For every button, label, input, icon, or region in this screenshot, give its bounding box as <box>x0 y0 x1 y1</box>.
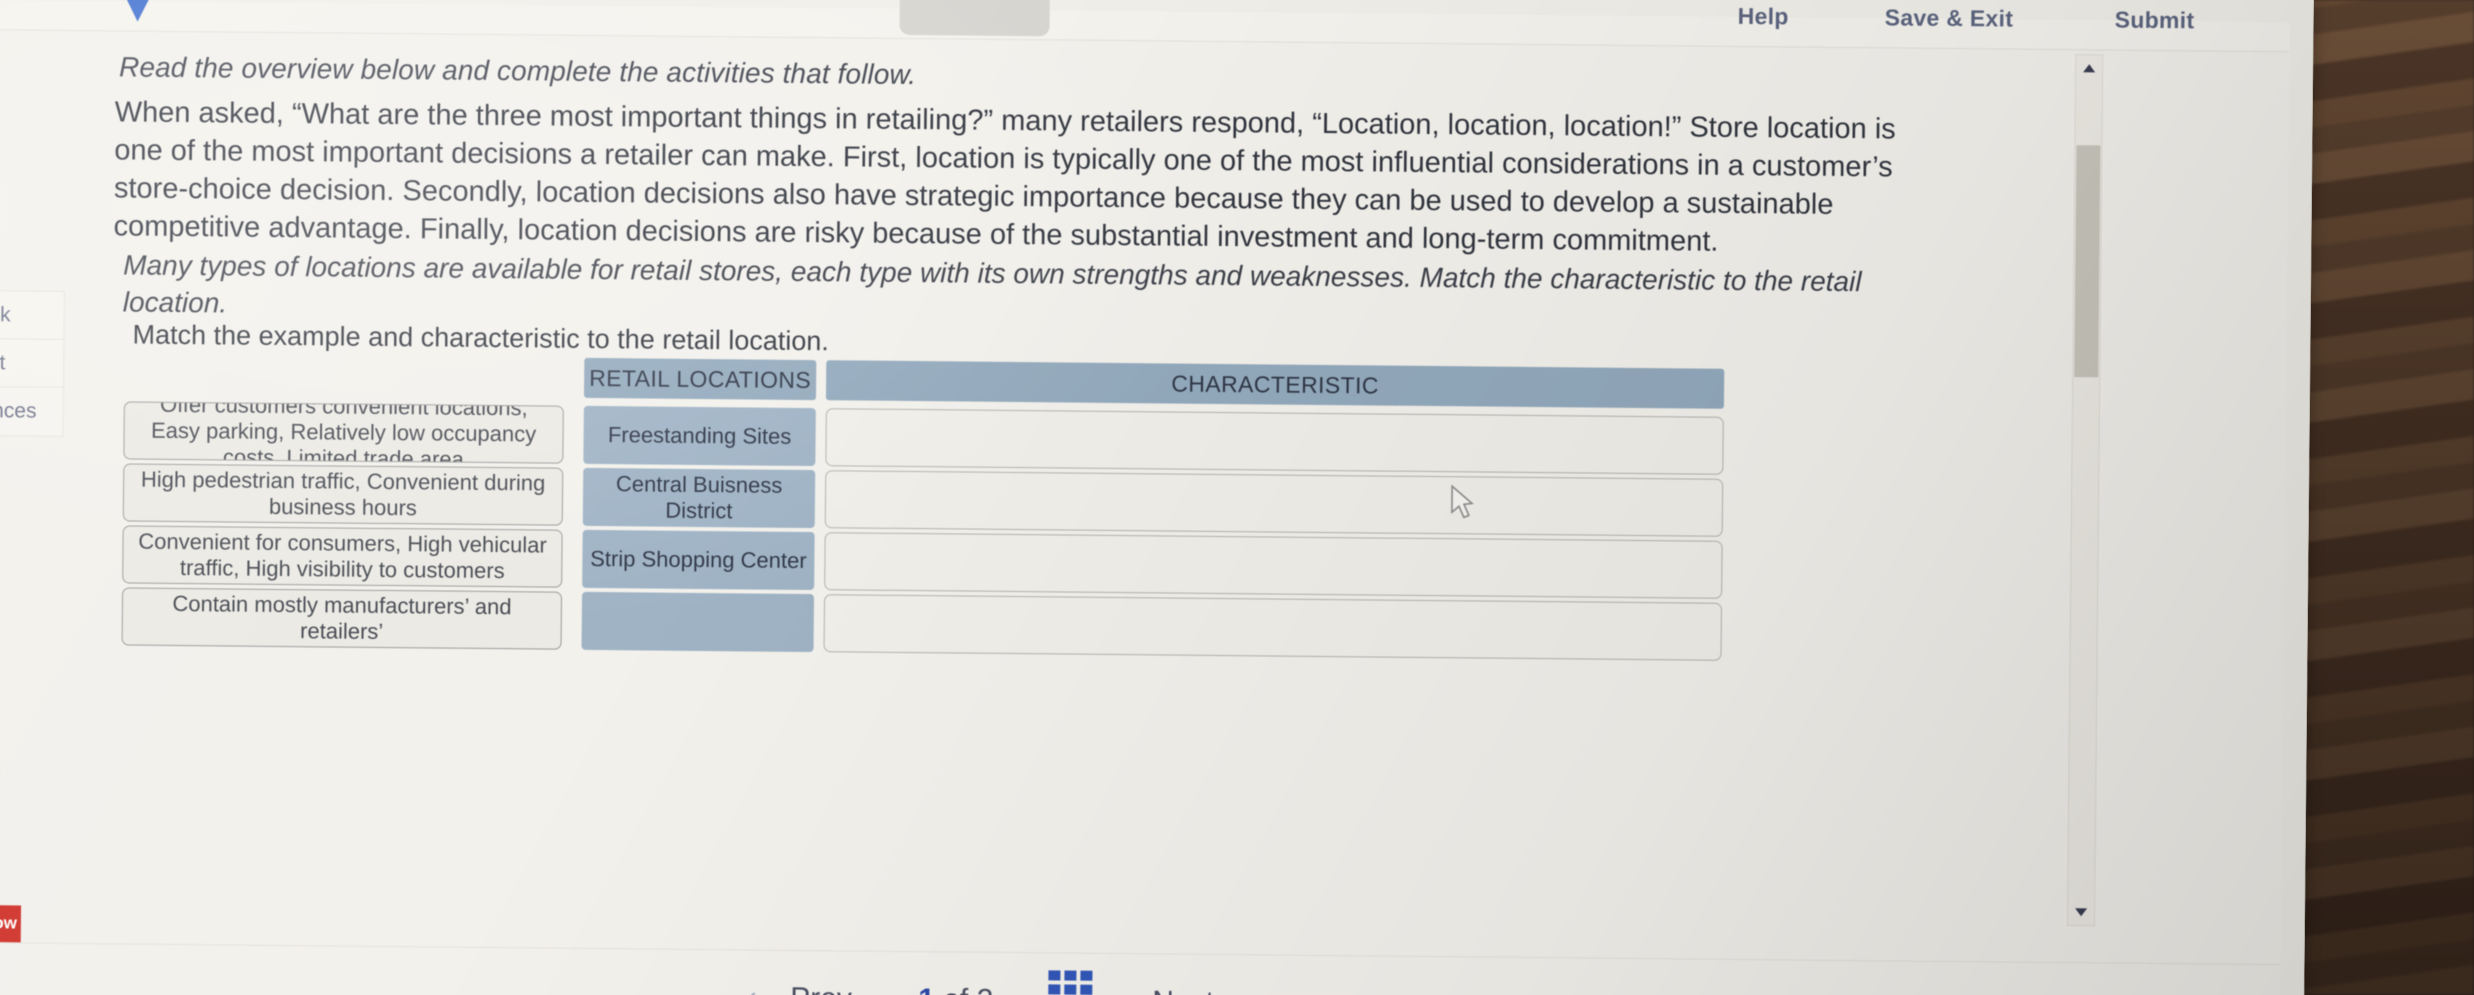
help-button[interactable]: Help <box>1738 3 1789 30</box>
mouse-cursor-icon <box>1451 484 1474 519</box>
characteristic-drop-zone[interactable] <box>824 532 1723 599</box>
table-row: Contain mostly manufacturers’ and retail… <box>121 587 1723 661</box>
scroll-up-arrow-icon[interactable] <box>2076 55 2102 81</box>
retail-location-card[interactable]: Central Buisness District <box>582 467 816 529</box>
rail-item-references[interactable]: erences <box>0 387 63 436</box>
grid-3x3-icon[interactable] <box>1048 970 1093 995</box>
column-header-retail-locations: RETAIL LOCATIONS <box>583 357 817 401</box>
retail-location-card[interactable]: Freestanding Sites <box>583 405 816 467</box>
vertical-scrollbar[interactable] <box>2066 54 2104 927</box>
page-of: of <box>935 983 977 995</box>
example-card[interactable]: Contain mostly manufacturers’ and retail… <box>121 587 563 650</box>
example-card[interactable]: High pedestrian traffic, Convenient duri… <box>122 463 564 526</box>
next-chevron-icon[interactable]: › <box>1242 981 1254 995</box>
next-button[interactable]: Next <box>1152 985 1214 995</box>
match-instruction: Match the example and characteristic to … <box>132 319 830 357</box>
characteristic-drop-zone[interactable] <box>825 408 1724 475</box>
bottom-navigation: ‹ Prev 1 of 2 Next › <box>0 942 2281 995</box>
tool-rail: Book Print erences <box>0 289 65 437</box>
overview-paragraph: When asked, “What are the three most imp… <box>113 96 1896 258</box>
retail-location-card[interactable] <box>581 591 815 653</box>
page-current: 1 <box>918 983 935 995</box>
example-card[interactable]: Offer customers convenient locations, Ea… <box>123 401 564 464</box>
top-bar-chip <box>899 0 1051 37</box>
brand-logo-icon <box>120 0 156 22</box>
scroll-down-arrow-icon[interactable] <box>2068 899 2094 925</box>
table-row: Convenient for consumers, High vehicular… <box>122 525 1723 599</box>
lead-instruction: Read the overview below and complete the… <box>118 51 917 91</box>
page-total: 2 <box>976 984 993 995</box>
characteristic-drop-zone[interactable] <box>823 594 1723 661</box>
prev-chevron-icon[interactable]: ‹ <box>746 978 757 995</box>
rail-item-print[interactable]: Print <box>0 338 64 388</box>
table-row: High pedestrian traffic, Convenient duri… <box>122 463 1724 537</box>
table-header-row: RETAIL LOCATIONS CHARACTERISTIC <box>583 357 1725 409</box>
matching-table: RETAIL LOCATIONS CHARACTERISTIC Offer cu… <box>121 353 1934 661</box>
characteristic-drop-zone[interactable] <box>824 470 1724 537</box>
question-content: Read the overview below and complete the… <box>59 31 1998 949</box>
submit-button[interactable]: Submit <box>2115 7 2195 35</box>
prev-button[interactable]: Prev <box>790 982 852 995</box>
page-indicator: 1 of 2 <box>918 983 993 995</box>
example-card[interactable]: Convenient for consumers, High vehicular… <box>122 525 563 588</box>
scrollbar-thumb[interactable] <box>2074 145 2101 378</box>
photo-scene: Help Save & Exit Submit Book Print erenc… <box>0 0 2474 995</box>
retail-location-card[interactable]: Strip Shopping Center <box>582 529 815 591</box>
browser-page: Help Save & Exit Submit Book Print erenc… <box>0 0 2290 995</box>
rail-item-book[interactable]: Book <box>0 290 64 340</box>
table-row: Offer customers convenient locations, Ea… <box>123 401 1724 475</box>
column-header-characteristic: CHARACTERISTIC <box>825 360 1725 409</box>
monitor-screen: Help Save & Exit Submit Book Print erenc… <box>0 0 2314 995</box>
save-and-exit-button[interactable]: Save & Exit <box>1885 4 2014 32</box>
